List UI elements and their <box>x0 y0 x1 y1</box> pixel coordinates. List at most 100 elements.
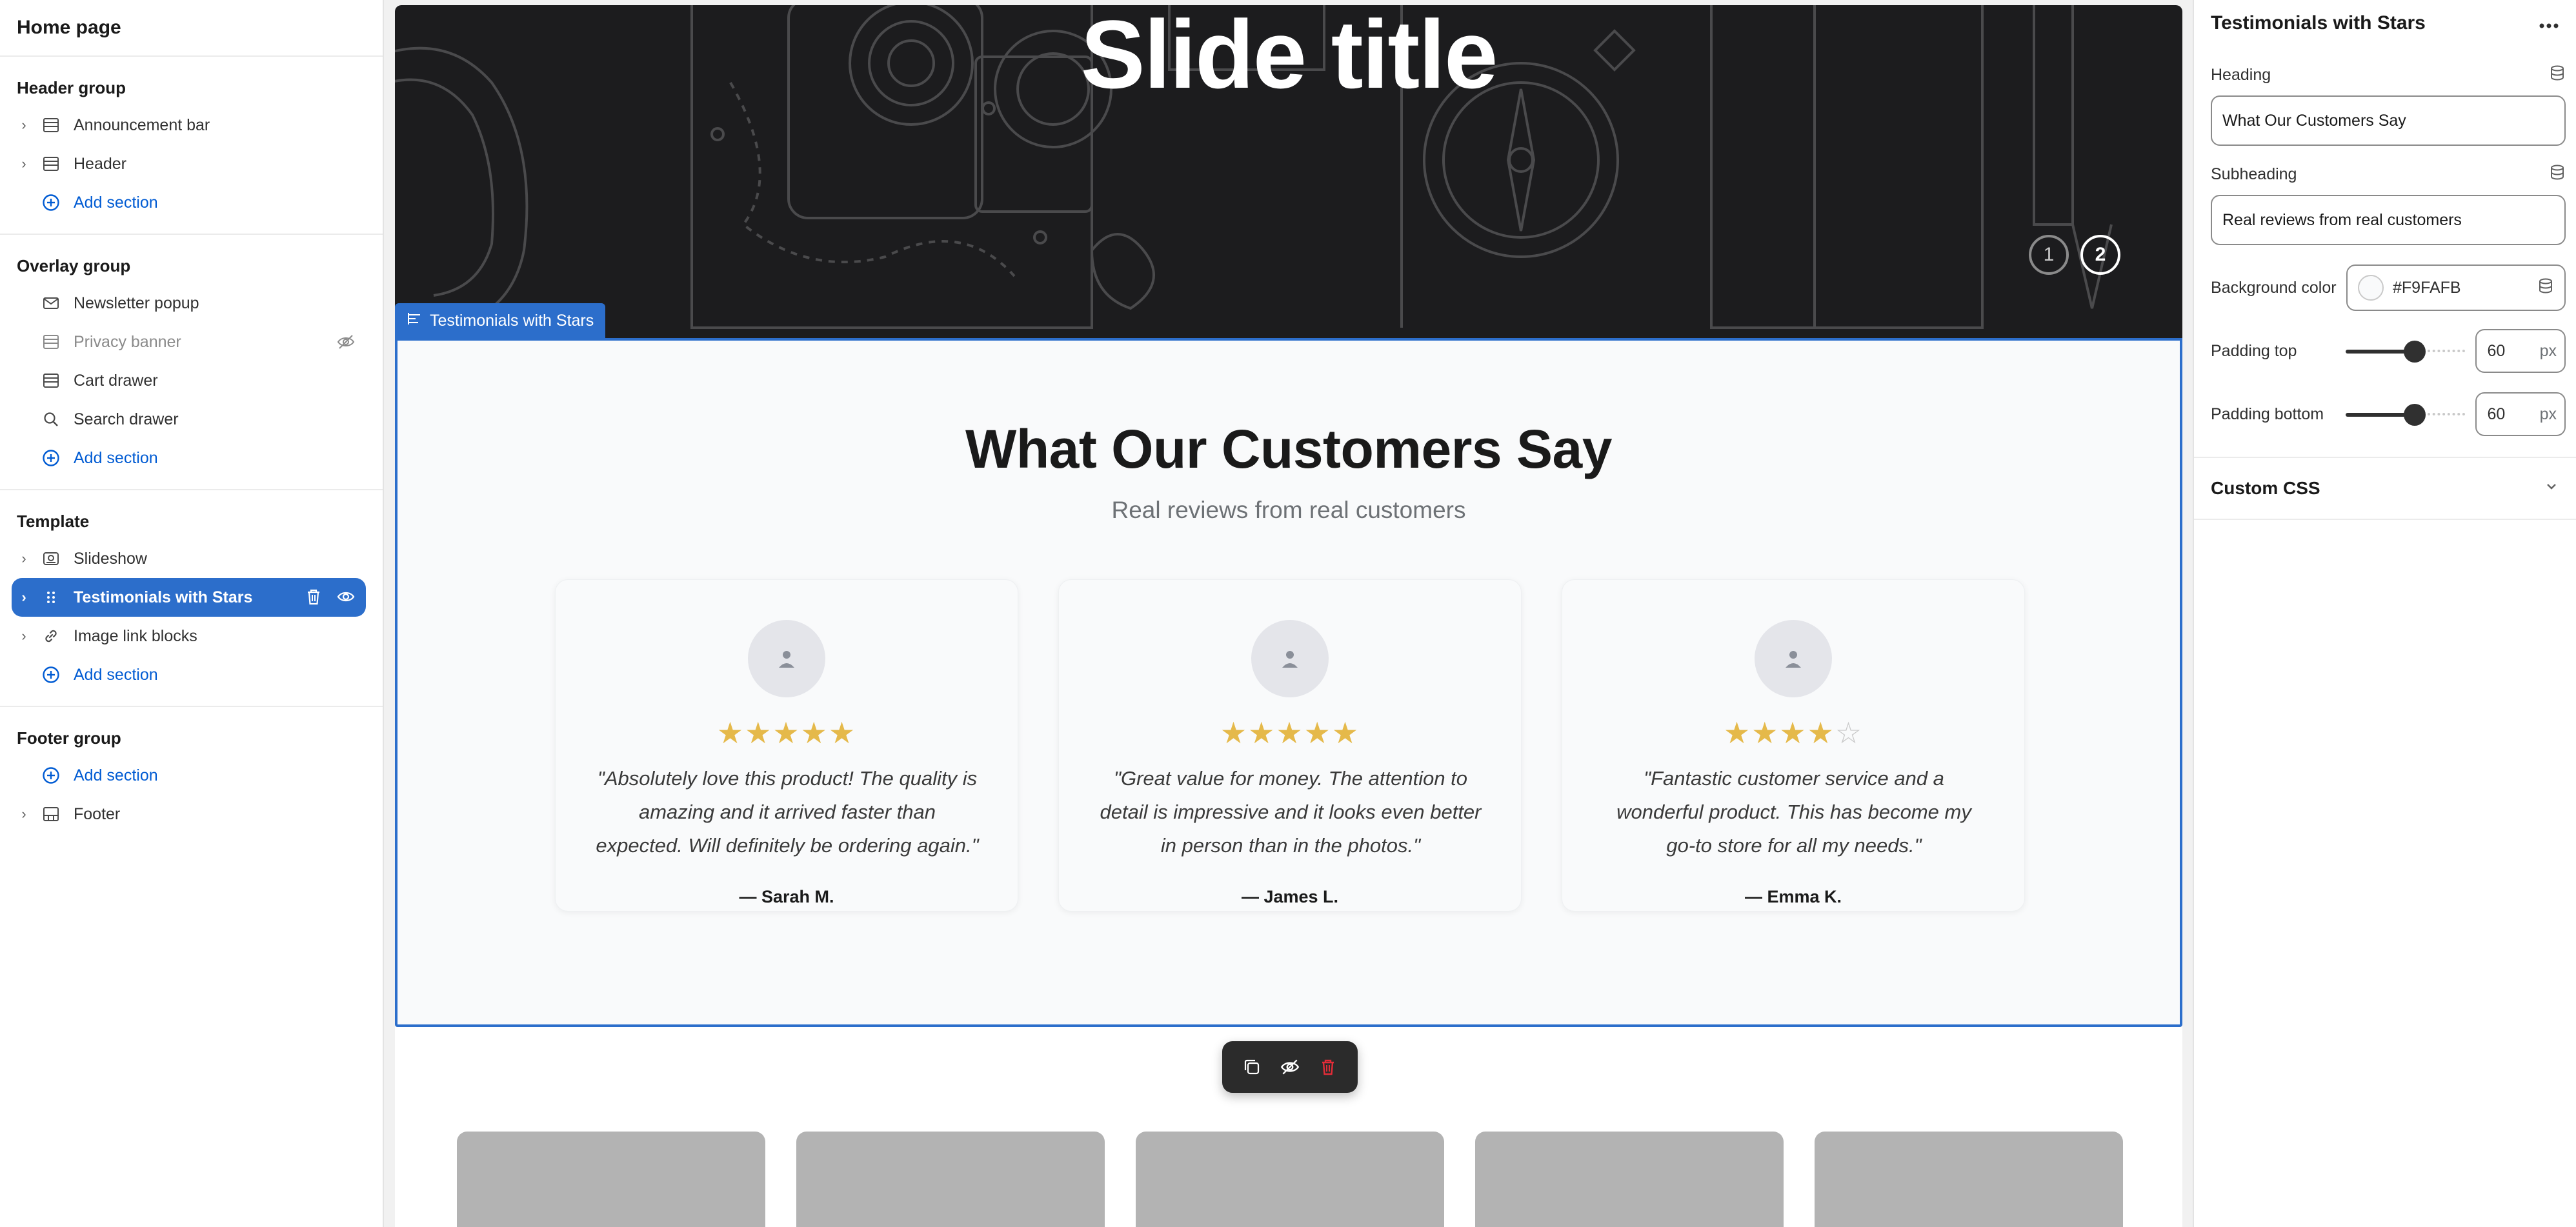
image-placeholder[interactable] <box>1136 1132 1444 1227</box>
padding-top-label: Padding top <box>2211 341 2297 360</box>
eye-hidden-icon[interactable] <box>336 332 356 356</box>
more-options-icon[interactable] <box>2539 12 2559 34</box>
testimonial-card: ★★★★★ "Great value for money. The attent… <box>1058 579 1522 912</box>
star-filled-icon: ★ <box>828 716 857 750</box>
sidebar-item-footer[interactable]: › Footer <box>0 795 383 833</box>
testimonial-card: ★★★★★ "Absolutely love this product! The… <box>555 579 1018 912</box>
sidebar-item-label: Search drawer <box>74 410 179 428</box>
color-swatch[interactable] <box>2358 275 2384 301</box>
heading-label: Heading <box>2211 65 2271 84</box>
slide-dot-2[interactable]: 2 <box>2080 235 2120 275</box>
chevron-right-icon[interactable]: › <box>18 550 30 567</box>
chevron-right-icon[interactable]: › <box>18 117 30 134</box>
testimonial-quote: "Fantastic customer service and a wonder… <box>1616 767 1971 857</box>
footer-group: Footer group Add section › Footer <box>0 707 383 845</box>
padding-bottom-slider[interactable] <box>2346 401 2466 427</box>
heading-setting: Heading What Our Customers Say <box>2194 63 2576 146</box>
chevron-right-icon[interactable]: › <box>18 589 30 606</box>
section-icon <box>41 804 61 824</box>
add-section-button[interactable]: Add section <box>0 756 383 795</box>
testimonial-quote: "Absolutely love this product! The quali… <box>596 767 979 857</box>
testimonial-card: ★★★★☆ "Fantastic customer service and a … <box>1562 579 2025 912</box>
star-filled-icon: ★ <box>1723 716 1752 750</box>
sidebar-item-label: Announcement bar <box>74 115 210 134</box>
star-rating: ★★★★★ <box>1059 715 1521 750</box>
star-filled-icon: ★ <box>1779 716 1807 750</box>
group-title: Template <box>17 511 90 531</box>
sidebar-item-announcement-bar[interactable]: › Announcement bar <box>0 106 383 145</box>
plus-circle-icon <box>41 766 61 785</box>
slide-dot-1[interactable]: 1 <box>2029 235 2069 275</box>
subheading-input[interactable]: Real reviews from real customers <box>2211 195 2566 245</box>
testimonial-cards: ★★★★★ "Absolutely love this product! The… <box>555 579 2025 912</box>
star-filled-icon: ★ <box>1331 716 1360 750</box>
sidebar-item-newsletter-popup[interactable]: › Newsletter popup <box>0 284 383 323</box>
sidebar-item-cart-drawer[interactable]: › Cart drawer <box>0 361 383 400</box>
testimonials-heading: What Our Customers Say <box>965 419 1612 479</box>
image-placeholder[interactable] <box>1815 1132 2123 1227</box>
slide-pagination: 1 2 <box>2029 235 2120 275</box>
testimonial-quote: "Great value for money. The attention to… <box>1100 767 1482 857</box>
image-placeholder[interactable] <box>1475 1132 1784 1227</box>
section-icon <box>41 332 61 352</box>
dynamic-source-icon[interactable] <box>2549 65 2566 86</box>
slideshow-icon <box>41 549 61 568</box>
star-filled-icon: ★ <box>745 716 773 750</box>
image-placeholder[interactable] <box>796 1132 1105 1227</box>
padding-bottom-input[interactable]: 60 px <box>2475 392 2566 436</box>
star-filled-icon: ★ <box>1276 716 1304 750</box>
duplicate-icon[interactable] <box>1238 1053 1265 1081</box>
chevron-right-icon[interactable]: › <box>18 155 30 172</box>
image-placeholder[interactable] <box>457 1132 765 1227</box>
star-filled-icon: ★ <box>772 716 801 750</box>
sidebar-item-testimonials-with-stars[interactable]: › Testimonials with Stars <box>12 578 366 617</box>
trash-icon[interactable] <box>1314 1053 1342 1081</box>
drag-handle-icon[interactable] <box>41 588 61 607</box>
custom-css-toggle[interactable]: Custom CSS <box>2194 458 2576 520</box>
eye-hidden-icon[interactable] <box>1276 1053 1303 1081</box>
star-filled-icon: ★ <box>1220 716 1249 750</box>
chevron-right-icon[interactable]: › <box>18 628 30 644</box>
add-section-label: Add section <box>74 448 158 467</box>
avatar <box>1251 620 1329 697</box>
testimonials-section[interactable]: What Our Customers Say Real reviews from… <box>395 338 2182 1027</box>
add-section-button[interactable]: Add section <box>0 655 383 694</box>
trash-icon[interactable] <box>304 587 323 611</box>
sidebar-item-privacy-banner[interactable]: › Privacy banner <box>0 323 383 361</box>
chevron-right-icon[interactable]: › <box>18 806 30 823</box>
subheading-label: Subheading <box>2211 165 2297 183</box>
eye-icon[interactable] <box>336 587 356 611</box>
dynamic-source-icon[interactable] <box>2537 277 2554 299</box>
sidebar: Home page Header group › Announcement ba… <box>0 0 384 1227</box>
slider-knob[interactable] <box>2404 341 2426 363</box>
add-section-button[interactable]: Add section <box>0 183 383 222</box>
add-section-button[interactable]: Add section <box>0 439 383 477</box>
selected-section-tag[interactable]: Testimonials with Stars <box>395 303 606 338</box>
star-filled-icon: ★ <box>800 716 829 750</box>
testimonial-author: — Sarah M. <box>739 887 834 906</box>
sidebar-item-image-link-blocks[interactable]: › Image link blocks <box>0 617 383 655</box>
sidebar-item-label: Image link blocks <box>74 626 197 645</box>
padding-top-value: 60 <box>2487 341 2506 360</box>
section-action-toolbar <box>1222 1041 1358 1093</box>
padding-top-input[interactable]: 60 px <box>2475 329 2566 373</box>
padding-top-slider[interactable] <box>2346 338 2466 364</box>
avatar <box>748 620 825 697</box>
slider-knob[interactable] <box>2404 404 2426 426</box>
custom-css-label: Custom CSS <box>2211 478 2320 498</box>
sidebar-item-header[interactable]: › Header <box>0 145 383 183</box>
chevron-down-icon <box>2544 478 2559 499</box>
sidebar-item-label: Footer <box>74 804 121 823</box>
heading-input[interactable]: What Our Customers Say <box>2211 95 2566 146</box>
background-color-field[interactable]: #F9FAFB <box>2346 264 2566 311</box>
dynamic-source-icon[interactable] <box>2549 164 2566 185</box>
section-icon <box>41 115 61 135</box>
sidebar-item-slideshow[interactable]: › Slideshow <box>0 539 383 578</box>
sidebar-item-label: Cart drawer <box>74 371 158 390</box>
padding-top-setting: Padding top 60 px <box>2194 328 2576 374</box>
star-filled-icon: ★ <box>1248 716 1276 750</box>
padding-bottom-setting: Padding bottom 60 px <box>2194 391 2576 437</box>
sidebar-item-search-drawer[interactable]: › Search drawer <box>0 400 383 439</box>
slideshow-hero[interactable]: Slide title 1 2 <box>395 5 2182 341</box>
subheading-setting: Subheading Real reviews from real custom… <box>2194 163 2576 245</box>
